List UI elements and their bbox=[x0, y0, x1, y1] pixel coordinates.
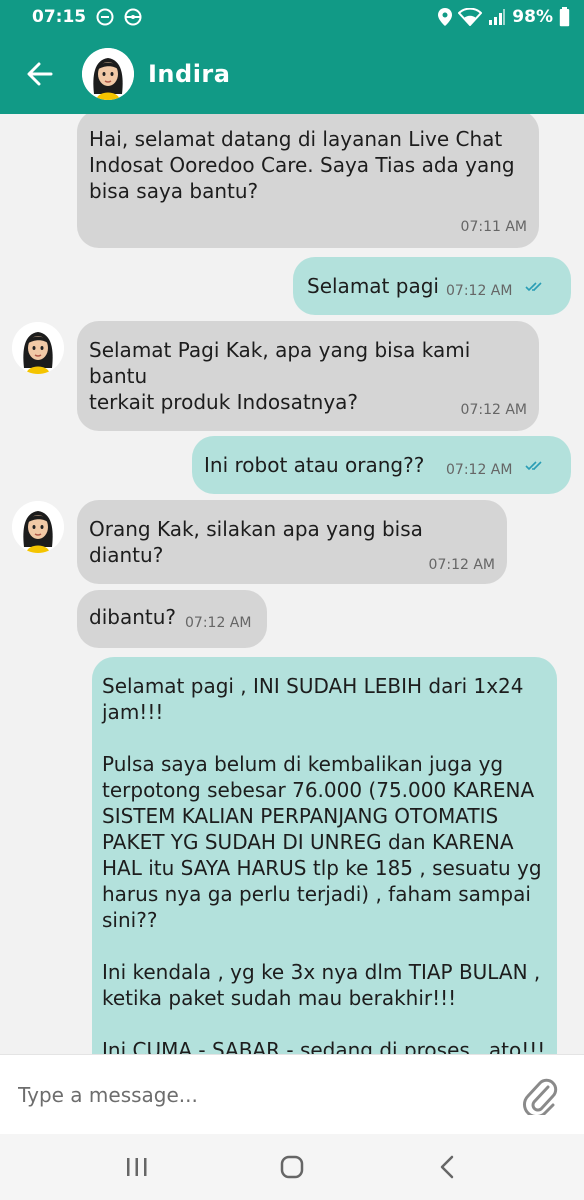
recent-apps-button[interactable] bbox=[107, 1142, 167, 1192]
nav-back-icon bbox=[440, 1155, 453, 1179]
read-receipt-icon bbox=[525, 461, 542, 471]
user-message[interactable]: Ini robot atau orang?? 07:12 AM bbox=[192, 436, 571, 494]
battery-percent: 98% bbox=[512, 7, 553, 27]
attach-button[interactable] bbox=[518, 1073, 562, 1117]
signal-icon bbox=[488, 9, 506, 25]
message-input-bar bbox=[0, 1054, 584, 1134]
message-text: Selamat pagi bbox=[307, 274, 439, 298]
agent-message[interactable]: Orang Kak, silakan apa yang bisa diantu?… bbox=[77, 500, 507, 584]
do-not-disturb-icon bbox=[96, 8, 114, 26]
arrow-left-icon bbox=[27, 62, 53, 86]
message-input[interactable] bbox=[0, 1064, 480, 1125]
status-time: 07:15 bbox=[32, 7, 87, 27]
agent-message[interactable]: dibantu? 07:12 AM bbox=[77, 590, 267, 648]
chat-messages[interactable]: Hai, selamat datang di layanan Live Chat… bbox=[0, 114, 584, 1054]
contact-avatar[interactable] bbox=[82, 48, 134, 100]
status-bar: 07:15 98% bbox=[0, 0, 584, 34]
message-text: dibantu? bbox=[89, 605, 177, 629]
message-time: 07:12 AM bbox=[446, 283, 513, 299]
message-text: Hai, selamat datang di layanan Live Chat… bbox=[89, 127, 515, 203]
contact-name: Indira bbox=[148, 60, 231, 88]
agent-avatar bbox=[12, 322, 64, 374]
battery-icon bbox=[559, 7, 570, 27]
user-message[interactable]: Selamat pagi , INI SUDAH LEBIH dari 1x24… bbox=[92, 657, 557, 1054]
chat-header: Indira bbox=[0, 34, 584, 114]
read-receipt-icon bbox=[525, 282, 542, 292]
message-time: 07:12 AM bbox=[185, 615, 252, 631]
message-time: 07:11 AM bbox=[460, 219, 527, 235]
agent-avatar bbox=[12, 501, 64, 553]
agent-message[interactable]: Selamat Pagi Kak, apa yang bisa kami ban… bbox=[77, 321, 539, 431]
message-text: Ini robot atau orang?? bbox=[204, 453, 425, 477]
home-icon bbox=[280, 1155, 304, 1179]
message-time: 07:12 AM bbox=[428, 557, 495, 573]
user-message[interactable]: Selamat pagi 07:12 AM bbox=[293, 257, 571, 315]
message-time: 07:12 AM bbox=[460, 402, 527, 418]
paperclip-icon bbox=[523, 1078, 558, 1115]
message-text: Selamat pagi , INI SUDAH LEBIH dari 1x24… bbox=[102, 674, 546, 1054]
wifi-icon bbox=[458, 8, 483, 26]
location-icon bbox=[438, 8, 453, 26]
driving-mode-icon bbox=[124, 8, 142, 26]
message-time: 07:12 AM bbox=[446, 462, 513, 478]
system-nav-bar bbox=[0, 1134, 584, 1200]
agent-message[interactable]: Hai, selamat datang di layanan Live Chat… bbox=[77, 114, 539, 248]
home-button[interactable] bbox=[262, 1142, 322, 1192]
back-button[interactable] bbox=[0, 34, 80, 114]
recent-apps-icon bbox=[127, 1158, 147, 1176]
nav-back-button[interactable] bbox=[417, 1142, 477, 1192]
